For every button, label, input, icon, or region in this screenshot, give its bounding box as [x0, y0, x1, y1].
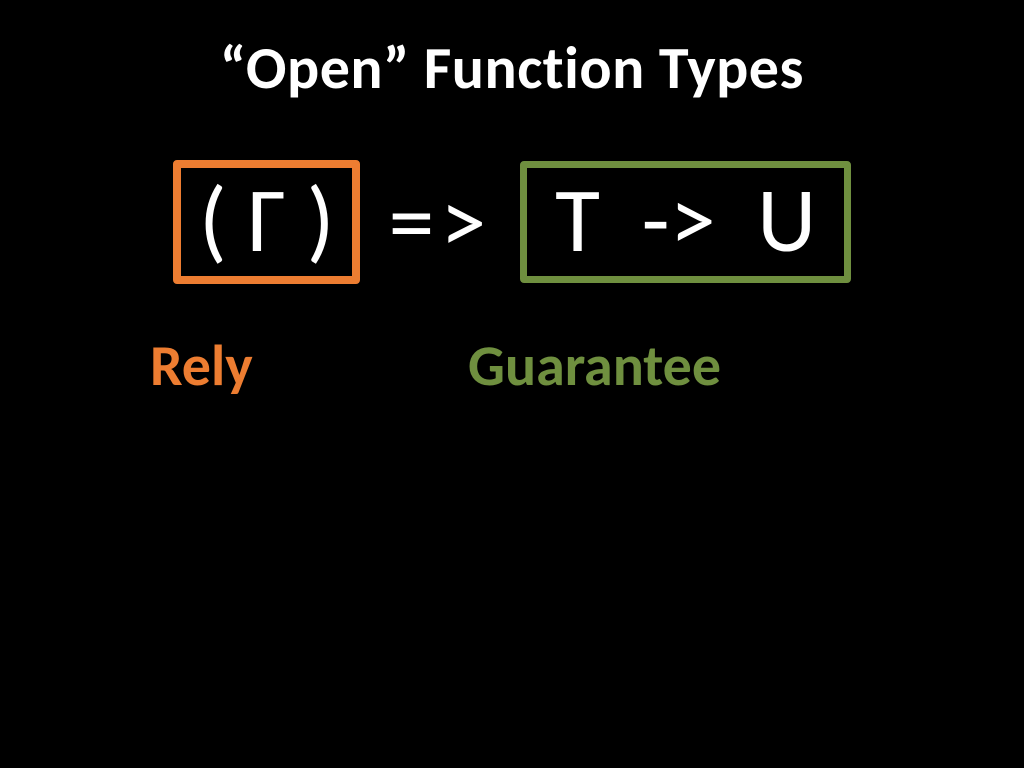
slide: “Open” Function Types ( Γ ) => T -> U Re… — [0, 0, 1024, 768]
guarantee-label: Guarantee — [468, 330, 721, 401]
guarantee-box: T -> U — [520, 161, 851, 283]
guarantee-box-content: T -> U — [555, 174, 816, 266]
fat-arrow: => — [388, 176, 492, 268]
formula-row: ( Γ ) => T -> U — [0, 160, 1024, 284]
rely-label: Rely — [150, 330, 253, 401]
rely-box-content: ( Γ ) — [199, 174, 335, 266]
rely-box: ( Γ ) — [173, 160, 361, 284]
slide-title: “Open” Function Types — [0, 32, 1024, 105]
